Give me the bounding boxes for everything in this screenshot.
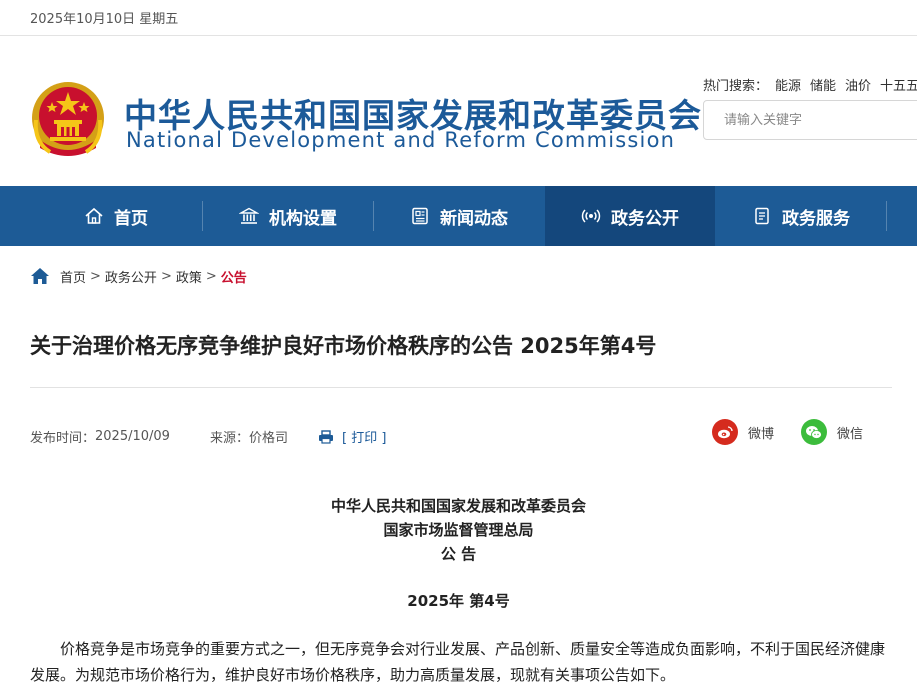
issuer-line: 国家市场监督管理总局 xyxy=(383,521,534,539)
main-nav: 首页 机构设置 新闻动态 政务公开 政务服务 xyxy=(0,186,917,246)
wechat-icon xyxy=(801,419,827,445)
hot-search-label: 热门搜索： xyxy=(703,79,769,94)
source-label: 来源： xyxy=(209,431,249,446)
hot-search-term[interactable]: 油价 xyxy=(845,75,871,94)
broadcast-icon xyxy=(581,209,601,223)
nav-divider xyxy=(886,201,887,231)
search-input[interactable] xyxy=(704,101,917,139)
national-emblem-icon[interactable] xyxy=(30,80,106,160)
breadcrumb-item[interactable]: 首页 xyxy=(60,267,86,286)
nav-item-gov-affairs[interactable]: 政务公开 xyxy=(545,186,715,246)
home-icon xyxy=(85,207,103,224)
home-icon[interactable] xyxy=(30,267,50,285)
hot-search-term[interactable]: 能源 xyxy=(775,75,801,94)
issuers-block: 中华人民共和国国家发展和改革委员会 国家市场监督管理总局 公 告 xyxy=(0,494,917,566)
issuer-line: 中华人民共和国国家发展和改革委员会 xyxy=(330,497,586,515)
notice-heading: 公 告 xyxy=(440,545,477,563)
hot-search-list: 能源 储能 油价 十五五 xyxy=(775,75,917,94)
printer-icon xyxy=(318,429,333,444)
search-box xyxy=(703,100,917,140)
breadcrumb-current[interactable]: 公告 xyxy=(221,267,247,286)
site-title-en[interactable]: National Development and Reform Commissi… xyxy=(126,128,675,152)
breadcrumb-separator: > xyxy=(90,268,101,284)
article-meta: 发布时间： 2025/10/09 来源： 价格司 [ 打印 ] xyxy=(30,427,386,446)
share-weibo-button[interactable]: 微博 xyxy=(712,419,774,445)
nav-item-home[interactable]: 首页 xyxy=(30,186,202,246)
breadcrumb-separator: > xyxy=(160,268,172,284)
current-date: 2025年10月10日 星期五 xyxy=(30,12,179,27)
nav-item-gov-services[interactable]: 政务服务 xyxy=(716,186,886,246)
print-button[interactable]: [ 打印 ] xyxy=(318,427,386,446)
site-header: 中华人民共和国国家发展和改革委员会 National Development a… xyxy=(0,37,917,186)
nav-label: 新闻动态 xyxy=(440,208,508,229)
article-body-paragraph: 价格竞争是市场竞争的重要方式之一，但无序竞争会对行业发展、产品创新、质量安全等造… xyxy=(30,640,886,682)
nav-label: 政务公开 xyxy=(611,208,679,229)
share-wechat-label: 微信 xyxy=(837,426,864,442)
nav-label: 政务服务 xyxy=(782,208,850,229)
news-icon xyxy=(412,207,428,225)
nav-item-institutions[interactable]: 机构设置 xyxy=(203,186,373,246)
article-title: 关于治理价格无序竞争维护良好市场价格秩序的公告 2025年第4号 xyxy=(30,334,657,358)
breadcrumb-item[interactable]: 政务公开 xyxy=(105,267,157,286)
breadcrumb-item[interactable]: 政策 xyxy=(176,267,202,286)
document-number: 2025年 第4号 xyxy=(407,592,510,610)
breadcrumb: 首页 > 政务公开 > 政策 > 公告 xyxy=(30,266,247,286)
print-label: [ 打印 ] xyxy=(341,431,387,446)
institution-icon xyxy=(239,207,259,224)
hot-search-term[interactable]: 十五五 xyxy=(880,75,917,94)
nav-item-news[interactable]: 新闻动态 xyxy=(374,186,544,246)
hot-search-term[interactable]: 储能 xyxy=(810,75,836,94)
title-divider xyxy=(30,387,892,388)
share-wechat-button[interactable]: 微信 xyxy=(801,419,863,445)
nav-label: 首页 xyxy=(114,208,148,229)
nav-label: 机构设置 xyxy=(269,208,337,229)
share-weibo-label: 微博 xyxy=(748,426,775,442)
breadcrumb-separator: > xyxy=(205,268,217,284)
top-bar: 2025年10月10日 星期五 xyxy=(0,0,917,36)
weibo-icon xyxy=(712,419,738,445)
service-icon xyxy=(755,207,769,225)
publish-date: 2025/10/09 xyxy=(95,429,170,444)
publish-label: 发布时间： xyxy=(30,431,96,446)
source-value: 价格司 xyxy=(248,431,288,446)
